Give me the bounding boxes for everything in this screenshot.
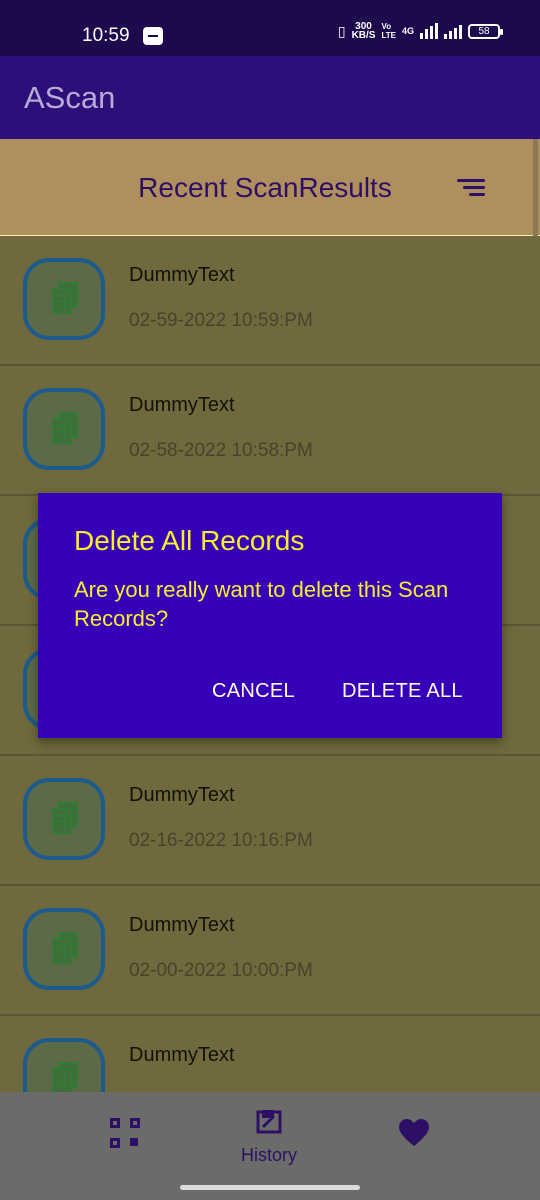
notification-icon (143, 27, 163, 45)
record-name: DummyText (129, 264, 235, 286)
status-time: 10:59 (82, 25, 130, 46)
cancel-button[interactable]: CANCEL (212, 680, 295, 703)
document-avatar (23, 388, 105, 470)
record-name: DummyText (129, 1044, 235, 1066)
nav-favorites[interactable] (369, 1092, 459, 1182)
list-item[interactable]: DummyText 02-00-2022 10:00:PM (0, 886, 540, 1016)
record-name: DummyText (129, 784, 235, 806)
document-icon (52, 802, 78, 834)
signal-icon-2 (444, 23, 462, 39)
document-icon (52, 412, 78, 444)
network-speed: 300 KB/S (351, 21, 376, 41)
dialog-title: Delete All Records (74, 525, 305, 556)
qr-scan-icon (110, 1118, 140, 1148)
delete-all-button[interactable]: DELETE ALL (342, 680, 463, 703)
heart-icon (399, 1119, 429, 1146)
app-title: AScan (24, 80, 116, 115)
history-icon (256, 1110, 282, 1134)
document-avatar (23, 1038, 105, 1092)
list-item[interactable]: DummyText (0, 1016, 540, 1092)
scrollbar[interactable] (533, 139, 538, 236)
delete-dialog: Delete All Records Are you really want t… (38, 493, 502, 738)
sort-icon[interactable] (457, 179, 485, 197)
dialog-message: Are you really want to delete this Scan … (74, 577, 449, 631)
record-name: DummyText (129, 914, 235, 936)
page-title: Recent ScanResults (138, 172, 392, 203)
nav-history-label: History (240, 1145, 297, 1165)
document-icon (52, 282, 78, 314)
record-date: 02-59-2022 10:59:PM (129, 310, 313, 331)
signal-icon (420, 23, 438, 39)
list-item[interactable]: DummyText 02-16-2022 10:16:PM (0, 756, 540, 886)
list-header: Recent ScanResults (0, 139, 540, 235)
status-bar: 10:59 ▯ 300 KB/S Vo LTE 4G 58 (0, 0, 540, 56)
status-icons: ▯ 300 KB/S Vo LTE 4G 58 (337, 21, 503, 41)
network-type: 4G (401, 26, 414, 36)
record-date: 02-16-2022 10:16:PM (129, 830, 313, 851)
nav-history[interactable]: History (224, 1092, 314, 1182)
record-name: DummyText (129, 394, 235, 416)
volte-indicator: Vo LTE (381, 22, 396, 40)
document-avatar (23, 778, 105, 860)
bottom-nav: History (0, 1092, 540, 1200)
gesture-bar[interactable] (180, 1185, 360, 1190)
record-date: 02-58-2022 10:58:PM (129, 440, 313, 461)
vibrate-icon: ▯ (337, 22, 346, 39)
list-item[interactable]: DummyText 02-59-2022 10:59:PM (0, 236, 540, 366)
document-avatar (23, 258, 105, 340)
record-date: 02-00-2022 10:00:PM (129, 960, 313, 981)
document-avatar (23, 908, 105, 990)
app-bar: AScan (0, 56, 540, 139)
battery-icon: 58 (468, 23, 503, 39)
document-icon (52, 1062, 78, 1092)
document-icon (52, 932, 78, 964)
list-item[interactable]: DummyText 02-58-2022 10:58:PM (0, 366, 540, 496)
nav-scan[interactable] (79, 1092, 169, 1182)
